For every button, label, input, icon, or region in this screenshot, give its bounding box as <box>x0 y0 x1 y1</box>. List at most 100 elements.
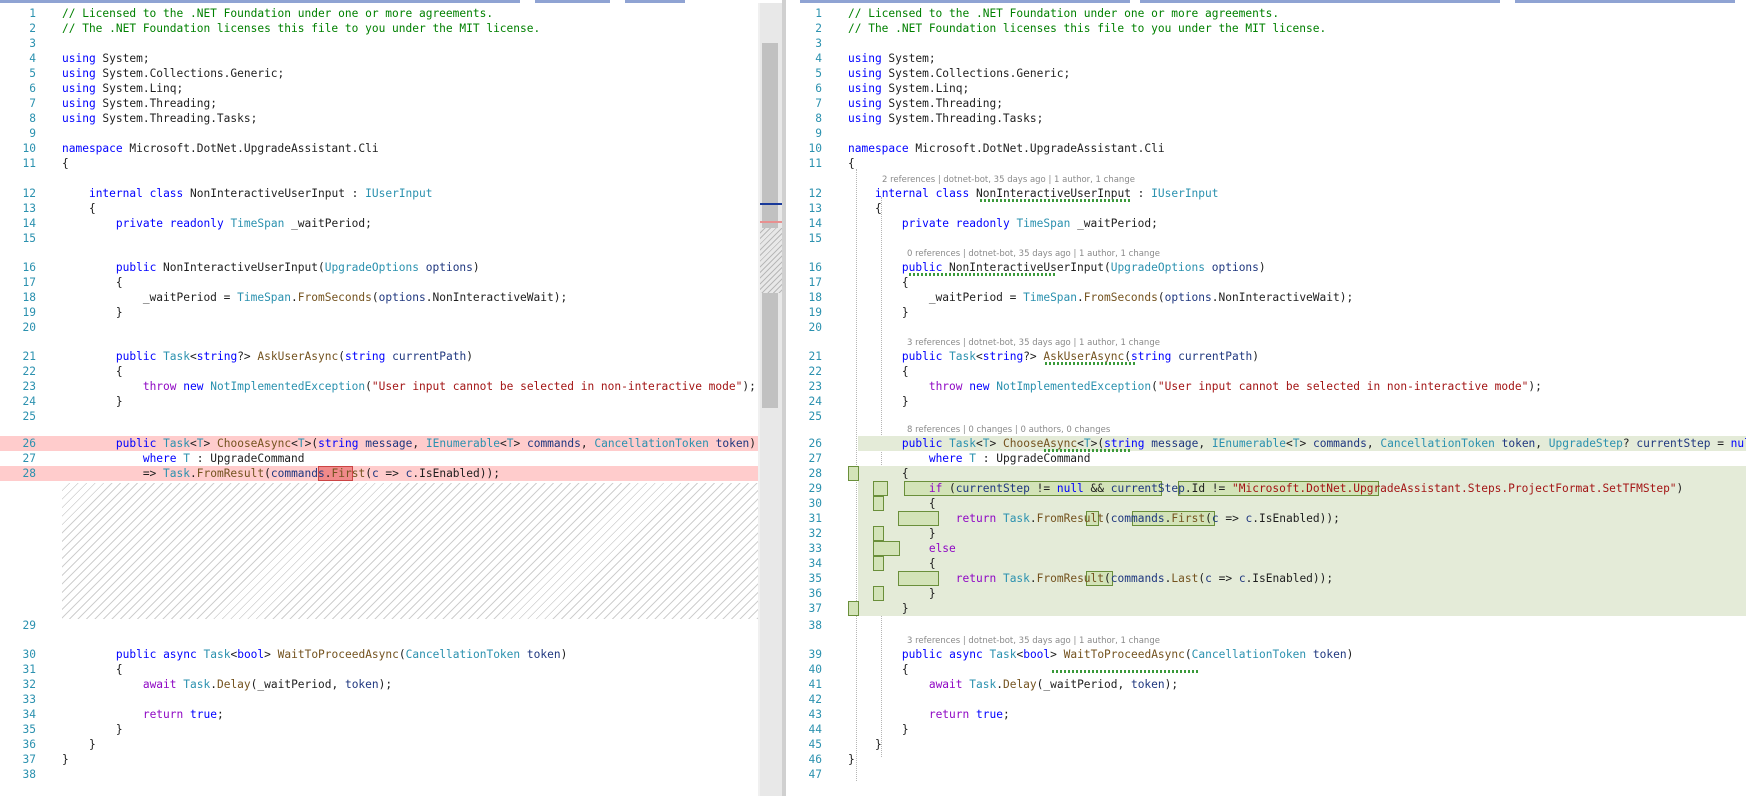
left-code-line[interactable]: 4 using System; <box>0 51 758 66</box>
right-code-line[interactable]: 1 // Licensed to the .NET Foundation unde… <box>786 6 1746 21</box>
left-code-text[interactable]: } <box>62 722 758 737</box>
left-code-text[interactable]: public NonInteractiveUserInput(UpgradeOp… <box>62 260 758 275</box>
right-code-text[interactable]: } <box>848 394 1746 409</box>
right-code-text[interactable]: return Task.FromResult(commands.Last(c =… <box>848 571 1746 586</box>
codelens-ctor16[interactable]: 0 references | dotnet-bot, 35 days ago |… <box>907 249 1160 260</box>
left-code-line[interactable]: 3 <box>0 36 758 51</box>
right-code-line[interactable]: 31 return Task.FromResult(commands.First… <box>786 511 1746 526</box>
left-code-line[interactable]: 19 } <box>0 305 758 320</box>
right-code-text[interactable]: await Task.Delay(_waitPeriod, token); <box>848 677 1746 692</box>
right-code-line[interactable]: 47 <box>786 767 1746 782</box>
left-code-line[interactable]: 30 public async Task<bool> WaitToProceed… <box>0 647 758 662</box>
left-code-text[interactable]: namespace Microsoft.DotNet.UpgradeAssist… <box>62 141 758 156</box>
right-code-text[interactable]: { <box>848 156 1746 171</box>
right-code-line[interactable]: 6 using System.Linq; <box>786 81 1746 96</box>
right-code-text[interactable]: using System.Linq; <box>848 81 1746 96</box>
left-code-text[interactable]: } <box>62 737 758 752</box>
right-code-line[interactable]: 43 return true; <box>786 707 1746 722</box>
left-code-line[interactable]: 5 using System.Collections.Generic; <box>0 66 758 81</box>
left-code-text[interactable]: public Task<string?> AskUserAsync(string… <box>62 349 758 364</box>
left-code-line[interactable]: 28 => Task.FromResult(commands.First(c =… <box>0 466 758 481</box>
right-code-line[interactable]: 18 _waitPeriod = TimeSpan.FromSeconds(op… <box>786 290 1746 305</box>
scrollbar-thumb[interactable] <box>762 43 778 408</box>
left-code-line[interactable]: 16 public NonInteractiveUserInput(Upgrad… <box>0 260 758 275</box>
right-code-text[interactable]: { <box>848 364 1746 379</box>
right-code-line[interactable]: 4 using System; <box>786 51 1746 66</box>
left-code-line[interactable]: 22 { <box>0 364 758 379</box>
left-code-line[interactable]: 1 // Licensed to the .NET Foundation unde… <box>0 6 758 21</box>
right-code-text[interactable]: // Licensed to the .NET Foundation under… <box>848 6 1746 21</box>
left-code-line[interactable]: 36 } <box>0 737 758 752</box>
left-code-text[interactable]: using System.Threading.Tasks; <box>62 111 758 126</box>
right-code-line[interactable]: 35 return Task.FromResult(commands.Last(… <box>786 571 1746 586</box>
right-code-line[interactable]: 19 } <box>786 305 1746 320</box>
right-code-line[interactable]: 44 } <box>786 722 1746 737</box>
left-code-text[interactable]: await Task.Delay(_waitPeriod, token); <box>62 677 758 692</box>
right-code-text[interactable]: public async Task<bool> WaitToProceedAsy… <box>848 647 1746 662</box>
left-code-text[interactable]: { <box>62 275 758 290</box>
right-code-line[interactable]: 37 } <box>786 601 1746 616</box>
left-code-text[interactable]: _waitPeriod = TimeSpan.FromSeconds(optio… <box>62 290 758 305</box>
left-code-line[interactable]: 9 <box>0 126 758 141</box>
right-code-text[interactable]: using System.Collections.Generic; <box>848 66 1746 81</box>
left-code-line[interactable]: 26 public Task<T> ChooseAsync<T>(string … <box>0 436 758 451</box>
left-code-text[interactable]: using System.Linq; <box>62 81 758 96</box>
left-code-text[interactable]: return true; <box>62 707 758 722</box>
right-code-line[interactable]: 7 using System.Threading; <box>786 96 1746 111</box>
right-code-line[interactable]: 15 <box>786 231 1746 246</box>
right-code-line[interactable]: 42 <box>786 692 1746 707</box>
left-code-text[interactable]: { <box>62 662 758 677</box>
right-code-text[interactable]: { <box>848 556 1746 571</box>
right-code-line[interactable]: 11 { <box>786 156 1746 171</box>
right-code-line[interactable]: 5 using System.Collections.Generic; <box>786 66 1746 81</box>
right-code-line[interactable]: 24 } <box>786 394 1746 409</box>
left-code-text[interactable]: using System.Collections.Generic; <box>62 66 758 81</box>
right-code-line[interactable]: 8 using System.Threading.Tasks; <box>786 111 1746 126</box>
left-code-text[interactable]: { <box>62 201 758 216</box>
right-diff-pane[interactable]: 1 // Licensed to the .NET Foundation unde… <box>786 3 1746 796</box>
right-code-line[interactable]: 41 await Task.Delay(_waitPeriod, token); <box>786 677 1746 692</box>
right-code-text[interactable]: if (currentStep != null && currentStep.I… <box>848 481 1746 496</box>
right-code-text[interactable]: { <box>848 662 1746 677</box>
left-code-line[interactable]: 10 namespace Microsoft.DotNet.UpgradeAssi… <box>0 141 758 156</box>
left-code-text[interactable]: => Task.FromResult(commands.First(c => c… <box>62 466 758 481</box>
left-code-line[interactable]: 33 <box>0 692 758 707</box>
left-code-line[interactable]: 18 _waitPeriod = TimeSpan.FromSeconds(op… <box>0 290 758 305</box>
left-code-text[interactable]: public Task<T> ChooseAsync<T>(string mes… <box>62 436 758 451</box>
left-code-text[interactable]: } <box>62 394 758 409</box>
right-code-text[interactable]: namespace Microsoft.DotNet.UpgradeAssist… <box>848 141 1746 156</box>
right-code-line[interactable]: 17 { <box>786 275 1746 290</box>
left-code-line[interactable]: 29 <box>0 618 758 633</box>
right-code-text[interactable]: { <box>848 496 1746 511</box>
left-code-line[interactable]: 24 } <box>0 394 758 409</box>
right-code-line[interactable]: 26 public Task<T> ChooseAsync<T>(string … <box>786 436 1746 451</box>
right-code-text[interactable]: else <box>848 541 1746 556</box>
right-code-text[interactable]: private readonly TimeSpan _waitPeriod; <box>848 216 1746 231</box>
right-code-text[interactable]: } <box>848 752 1746 767</box>
left-code-line[interactable]: 32 await Task.Delay(_waitPeriod, token); <box>0 677 758 692</box>
right-code-text[interactable]: } <box>848 526 1746 541</box>
right-code-text[interactable]: { <box>848 275 1746 290</box>
right-code-text[interactable]: { <box>848 201 1746 216</box>
right-code-line[interactable]: 40 { <box>786 662 1746 677</box>
right-code-line[interactable]: 34 { <box>786 556 1746 571</box>
right-code-text[interactable]: { <box>848 466 1746 481</box>
left-code-line[interactable]: 21 public Task<string?> AskUserAsync(str… <box>0 349 758 364</box>
left-code-text[interactable]: } <box>62 305 758 320</box>
right-code-line[interactable]: 9 <box>786 126 1746 141</box>
right-code-line[interactable]: 27 where T : UpgradeCommand <box>786 451 1746 466</box>
right-code-line[interactable]: 13 { <box>786 201 1746 216</box>
left-code-line[interactable]: 13 { <box>0 201 758 216</box>
right-code-text[interactable]: _waitPeriod = TimeSpan.FromSeconds(optio… <box>848 290 1746 305</box>
right-code-text[interactable]: // The .NET Foundation licenses this fil… <box>848 21 1746 36</box>
left-code-line[interactable]: 17 { <box>0 275 758 290</box>
left-code-text[interactable]: private readonly TimeSpan _waitPeriod; <box>62 216 758 231</box>
left-code-line[interactable]: 31 { <box>0 662 758 677</box>
right-code-line[interactable]: 25 <box>786 409 1746 424</box>
left-code-line[interactable]: 6 using System.Linq; <box>0 81 758 96</box>
left-code-line[interactable]: 35 } <box>0 722 758 737</box>
right-code-line[interactable]: 12 internal class NonInteractiveUserInpu… <box>786 186 1746 201</box>
left-code-text[interactable]: // The .NET Foundation licenses this fil… <box>62 21 758 36</box>
codelens-wait39[interactable]: 3 references | dotnet-bot, 35 days ago |… <box>907 636 1160 647</box>
right-code-text[interactable]: using System.Threading.Tasks; <box>848 111 1746 126</box>
